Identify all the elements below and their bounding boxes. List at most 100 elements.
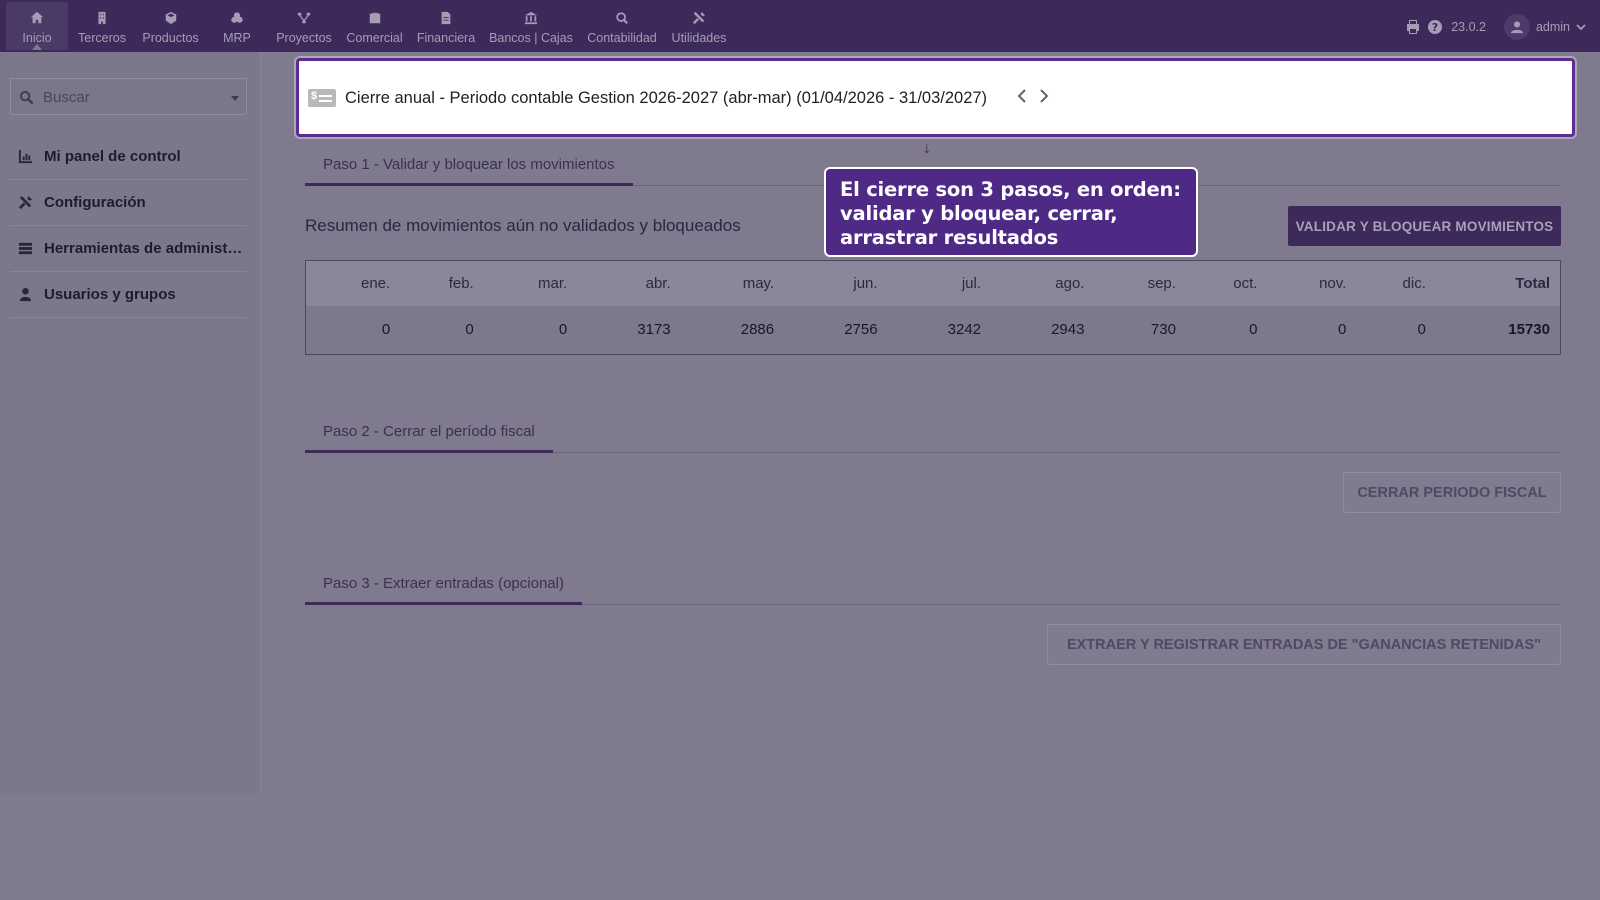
table-header-total: Total (1435, 260, 1561, 306)
version-label: 23.0.2 (1451, 20, 1486, 34)
sidebar-item-label: Mi panel de control (44, 148, 181, 165)
sidebar-item-label: Usuarios y grupos (44, 286, 176, 303)
left-sidebar: Mi panel de control Configuración Herram… (0, 52, 261, 794)
table-header: ene. (305, 260, 401, 306)
topmenu-label: Contabilidad (587, 31, 657, 45)
topmenu-comercial[interactable]: Comercial (339, 2, 410, 50)
topmenu-utilidades[interactable]: Utilidades (664, 2, 734, 50)
table-header: sep. (1094, 260, 1186, 306)
topmenu-label: MRP (223, 31, 251, 45)
topmenu-label: Productos (142, 31, 199, 45)
chart-icon (18, 149, 33, 164)
server-icon (18, 242, 33, 255)
tab-step2[interactable]: Paso 2 - Cerrar el período fiscal (305, 419, 553, 453)
print-icon[interactable] (1405, 19, 1421, 35)
table-cell: 0 (400, 305, 484, 355)
search-input[interactable] (43, 87, 213, 107)
chevron-right-icon[interactable] (1038, 88, 1050, 104)
file-icon (438, 10, 454, 26)
top-menu: Inicio Terceros Productos MRP Proyectos … (6, 2, 734, 50)
table-header: feb. (400, 260, 484, 306)
table-cell: 0 (1267, 305, 1357, 355)
top-right-tools: ? 23.0.2 admin (1405, 14, 1586, 40)
sidebar-item-dashboard[interactable]: Mi panel de control (10, 134, 247, 180)
sidebar-item-configuracion[interactable]: Configuración (10, 180, 247, 226)
table-header: jun. (784, 260, 888, 306)
table-cell: 0 (305, 305, 401, 355)
close-fiscal-period-button[interactable]: CERRAR PERIODO FISCAL (1343, 472, 1561, 513)
step1-summary: Resumen de movimientos aún no validados … (305, 216, 741, 235)
table-cell-total: 15730 (1435, 305, 1561, 355)
tools-icon (691, 10, 707, 26)
table-cell: 0 (483, 305, 578, 355)
topmenu-label: Bancos | Cajas (489, 31, 573, 45)
topmenu-label: Utilidades (671, 31, 727, 45)
table-cell: 2756 (784, 305, 888, 355)
sidebar-item-label: Herramientas de administración (44, 240, 247, 257)
topmenu-proyectos[interactable]: Proyectos (269, 2, 339, 50)
table-cell: 2886 (680, 305, 785, 355)
table-cell: 3242 (887, 305, 992, 355)
table-header-row: ene. feb. mar. abr. may. jun. jul. ago. … (305, 260, 1561, 306)
topmenu-bancos[interactable]: Bancos | Cajas (482, 2, 580, 50)
topmenu-label: Proyectos (276, 31, 332, 45)
extract-retained-earnings-button[interactable]: EXTRAER Y REGISTRAR ENTRADAS DE "GANANCI… (1047, 624, 1561, 665)
magnify-icon (614, 10, 630, 26)
page-title: Cierre anual - Periodo contable Gestion … (345, 89, 988, 107)
topmenu-terceros[interactable]: Terceros (68, 2, 136, 50)
topmenu-label: Financiera (416, 31, 476, 45)
topmenu-contabilidad[interactable]: Contabilidad (580, 2, 664, 50)
topmenu-mrp[interactable]: MRP (205, 2, 269, 50)
table-cell: 0 (1356, 305, 1436, 355)
project-icon (296, 10, 312, 26)
user-icon (19, 287, 32, 302)
sidebar-item-label: Configuración (44, 194, 146, 211)
active-menu-caret (32, 44, 42, 50)
search-box[interactable] (10, 78, 247, 115)
table-header: oct. (1185, 260, 1268, 306)
table-header: mar. (483, 260, 578, 306)
table-cell: 730 (1094, 305, 1186, 355)
step2-tab-header: Paso 2 - Cerrar el período fiscal (305, 419, 1561, 453)
table-header: ago. (991, 260, 1095, 306)
cubes-icon (229, 10, 245, 26)
table-header: abr. (577, 260, 681, 306)
building-icon (94, 10, 110, 26)
user-name[interactable]: admin (1536, 20, 1570, 34)
avatar[interactable] (1503, 14, 1530, 40)
period-nav (1016, 88, 1050, 104)
topmenu-inicio[interactable]: Inicio (6, 2, 68, 50)
top-navbar: Inicio Terceros Productos MRP Proyectos … (0, 0, 1600, 52)
bank-icon (523, 10, 539, 26)
table-cell: 3173 (577, 305, 681, 355)
guide-tooltip: El cierre son 3 pasos, en orden: validar… (824, 167, 1198, 257)
chevron-down-icon[interactable] (1576, 22, 1586, 32)
sidebar-menu: Mi panel de control Configuración Herram… (10, 134, 247, 318)
tab-step3[interactable]: Paso 3 - Extraer entradas (opcional) (305, 571, 582, 605)
table-header: nov. (1267, 260, 1357, 306)
svg-text:?: ? (1432, 21, 1438, 34)
table-header: jul. (887, 260, 992, 306)
home-icon (29, 10, 45, 26)
sidebar-item-usuarios[interactable]: Usuarios y grupos (10, 272, 247, 318)
tools-icon (18, 195, 33, 210)
topmenu-label: Terceros (78, 31, 126, 45)
topmenu-financiera[interactable]: Financiera (410, 2, 482, 50)
money-icon: $ (308, 89, 336, 107)
search-dropdown-icon[interactable] (231, 96, 239, 101)
table-row: 0 0 0 3173 2886 2756 3242 2943 730 0 0 0… (305, 305, 1561, 355)
arrow-down-icon: ↓ (923, 140, 931, 157)
tab-step1[interactable]: Paso 1 - Validar y bloquear los movimien… (305, 152, 633, 186)
step3-tab-header: Paso 3 - Extraer entradas (opcional) (305, 571, 1561, 605)
briefcase-icon (367, 10, 383, 26)
validate-lock-button[interactable]: VALIDAR Y BLOQUEAR MOVIMIENTOS (1288, 206, 1561, 246)
search-icon (19, 90, 34, 110)
sidebar-item-herramientas[interactable]: Herramientas de administración (10, 226, 247, 272)
cube-icon (163, 10, 179, 26)
table-cell: 2943 (991, 305, 1095, 355)
topmenu-productos[interactable]: Productos (136, 2, 205, 50)
chevron-left-icon[interactable] (1016, 88, 1028, 104)
table-cell: 0 (1185, 305, 1268, 355)
help-icon[interactable]: ? (1427, 19, 1443, 35)
table-header: dic. (1356, 260, 1436, 306)
